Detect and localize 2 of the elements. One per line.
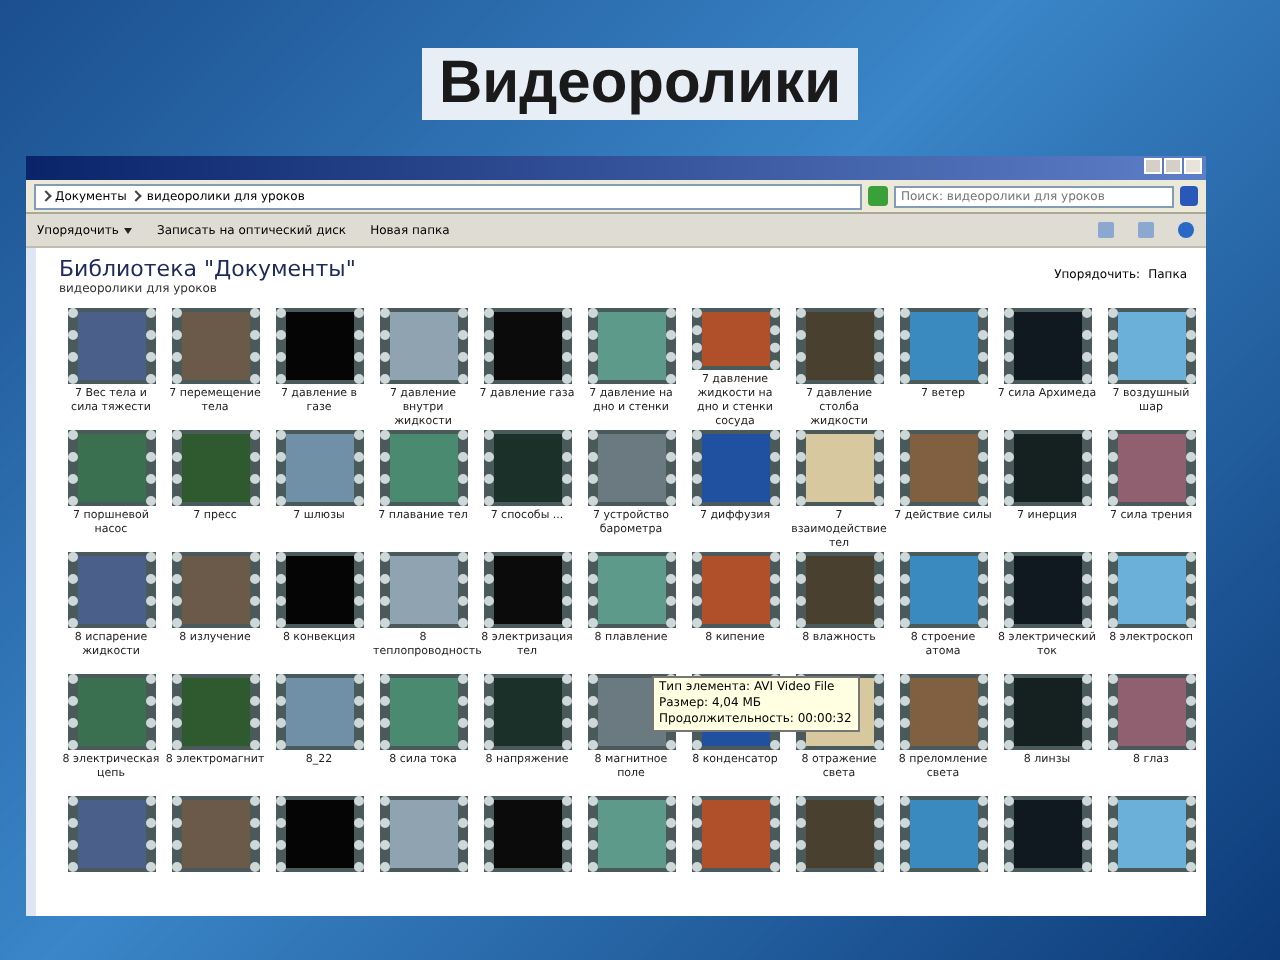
slide-title: Видеоролики [422, 48, 858, 120]
library-title: Библиотека "Документы" [59, 256, 356, 282]
